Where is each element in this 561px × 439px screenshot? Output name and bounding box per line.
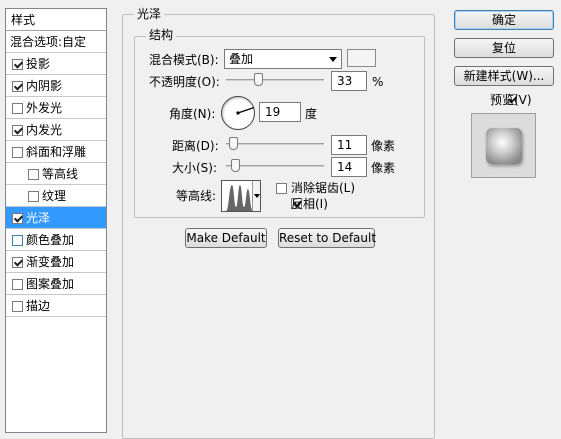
style-item-checkbox[interactable] [12,147,23,158]
style-item-label: 纹理 [42,189,67,203]
style-item[interactable]: 外发光 [6,97,106,119]
distance-slider-track[interactable] [226,143,324,145]
style-item-label: 斜面和浮雕 [26,145,87,159]
contour-dropdown[interactable] [252,181,260,211]
style-item-checkbox[interactable] [28,169,39,180]
chevron-down-icon [254,194,260,198]
style-item-label: 图案叠加 [26,277,75,291]
style-item[interactable]: 渐变叠加 [6,251,106,273]
ok-button[interactable]: 确定 [454,10,554,30]
invert-label: 反相(I) [291,197,328,211]
style-item[interactable]: 光泽 [6,207,106,229]
style-item[interactable]: 投影 [6,53,106,75]
angle-unit: 度 [305,107,318,121]
opacity-label: 不透明度(O): [149,75,220,89]
blend-mode-value: 叠加 [229,52,254,66]
style-item-label: 描边 [26,299,51,313]
blend-mode-label: 混合模式(B): [149,53,219,67]
style-item[interactable]: 颜色叠加 [6,229,106,251]
style-item-checkbox[interactable] [12,235,23,246]
style-item-checkbox[interactable] [12,125,23,136]
distance-label: 距离(D): [172,139,219,153]
style-item-checkbox[interactable] [12,81,23,92]
contour-picker[interactable] [221,180,261,212]
opacity-input[interactable]: 33 [331,71,367,91]
style-item[interactable]: 等高线 [6,163,106,185]
chevron-down-icon [329,57,337,62]
style-item[interactable]: 纹理 [6,185,106,207]
contour-label: 等高线: [176,189,217,203]
distance-slider-thumb[interactable] [229,137,238,150]
style-list-header: 样式 [6,9,106,31]
style-item-label: 投影 [26,57,51,71]
angle-dial-needle [236,106,255,115]
blend-mode-select[interactable]: 叠加 [224,49,342,69]
style-item-checkbox[interactable] [28,191,39,202]
style-item-checkbox[interactable] [12,59,23,70]
style-item-label: 光泽 [26,211,51,225]
antialias-label: 消除锯齿(L) [291,181,356,195]
angle-dial[interactable] [221,96,255,130]
blend-options-item[interactable]: 混合选项:自定 [6,31,106,53]
style-item[interactable]: 内阴影 [6,75,106,97]
size-input[interactable]: 14 [331,157,367,177]
angle-label: 角度(N): [169,107,216,121]
style-item-checkbox[interactable] [12,213,23,224]
new-style-button[interactable]: 新建样式(W)... [454,66,554,86]
style-item[interactable]: 内发光 [6,119,106,141]
style-list: 样式 混合选项:自定 投影内阴影外发光内发光斜面和浮雕等高线纹理光泽颜色叠加渐变… [5,8,107,433]
structure-group-title: 结构 [146,28,177,42]
style-item-checkbox[interactable] [12,301,23,312]
style-item[interactable]: 描边 [6,295,106,317]
satin-group-title: 光泽 [134,7,165,21]
style-item-checkbox[interactable] [12,103,23,114]
style-item-label: 渐变叠加 [26,255,75,269]
style-item-checkbox[interactable] [12,279,23,290]
size-label: 大小(S): [172,161,218,175]
size-slider-thumb[interactable] [231,159,240,172]
opacity-slider-thumb[interactable] [254,73,263,86]
style-preview [471,113,536,178]
satin-color-swatch[interactable] [347,49,376,67]
distance-unit: 像素 [371,139,396,153]
style-item-label: 颜色叠加 [26,233,75,247]
make-default-button[interactable]: Make Default [185,228,267,248]
preview-label: 预览(V) [490,93,532,107]
opacity-slider-track[interactable] [226,79,324,81]
reset-to-default-button[interactable]: Reset to Default [278,228,376,248]
style-item-label: 内发光 [26,123,63,137]
contour-curve-icon [223,185,253,211]
style-item-label: 内阴影 [26,79,63,93]
angle-input[interactable]: 19 [259,102,301,122]
preview-swatch [486,128,522,164]
antialias-checkbox[interactable] [276,183,287,194]
style-item[interactable]: 斜面和浮雕 [6,141,106,163]
style-item[interactable]: 图案叠加 [6,273,106,295]
style-item-label: 外发光 [26,101,63,115]
opacity-unit: % [372,75,384,89]
style-item-checkbox[interactable] [12,257,23,268]
reset-button[interactable]: 复位 [454,38,554,58]
style-item-label: 等高线 [42,167,79,181]
size-slider-track[interactable] [226,165,324,167]
distance-input[interactable]: 11 [331,135,367,155]
size-unit: 像素 [371,161,396,175]
